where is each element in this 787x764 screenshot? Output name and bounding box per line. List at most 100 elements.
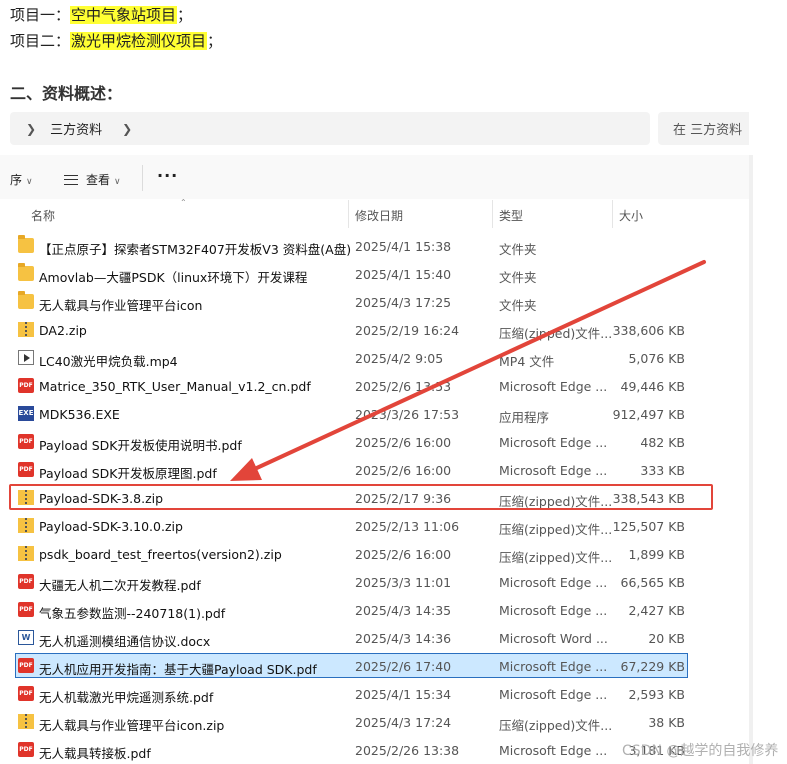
watermark-text: CSDN @越学的自我修养	[622, 743, 779, 759]
sort-button[interactable]: 序 ∨	[10, 171, 33, 188]
column-header-name[interactable]: 名称	[31, 207, 55, 224]
toolbar-divider	[142, 165, 143, 191]
file-date: 2025/4/3 17:25	[355, 295, 452, 310]
list-view-icon	[64, 175, 78, 185]
file-row[interactable]: PDF Payload SDK开发板使用说明书.pdf 2025/2/6 16:00…	[0, 428, 749, 456]
file-name: Payload-SDK-3.10.0.zip	[39, 519, 183, 534]
file-row[interactable]: PDF 大疆无人机二次开发教程.pdf 2025/3/3 11:01 Microsof…	[0, 568, 749, 596]
file-type: 压缩(zipped)文件...	[499, 718, 613, 733]
file-size: 66,565 KB	[620, 575, 685, 590]
more-options-button[interactable]: ···	[157, 166, 178, 185]
file-type: Microsoft Edge ...	[499, 435, 608, 450]
file-row[interactable]: EXE MDK536.EXE 2023/3/26 17:53 应用程序 912,497 …	[0, 400, 749, 428]
file-type: Microsoft Edge ...	[499, 687, 608, 702]
file-type: Microsoft Edge ...	[499, 659, 608, 674]
file-name: Matrice_350_RTK_User_Manual_v1.2_cn.pdf	[39, 379, 311, 394]
file-row[interactable]: Payload-SDK-3.10.0.zip 2025/2/13 11:06 压缩(…	[0, 512, 749, 540]
column-header-size[interactable]: 大小	[619, 207, 643, 224]
file-date: 2025/2/6 13:53	[355, 379, 452, 394]
chevron-down-icon: ∨	[114, 177, 121, 187]
section-title: 二、资料概述：	[10, 84, 123, 103]
project-prefix: 项目一：	[10, 6, 71, 24]
scrollbar[interactable]	[749, 155, 753, 764]
file-date: 2025/4/2 9:05	[355, 351, 444, 366]
file-row[interactable]: Amovlab—大疆PSDK（linux环境下）开发课程 2025/4/1 15:…	[0, 260, 749, 288]
view-button[interactable]: 查看 ∨	[64, 171, 121, 188]
file-date: 2025/2/6 16:00	[355, 435, 452, 450]
address-bar[interactable]: ❯ 三方资料 ❯	[10, 112, 650, 145]
file-type: Microsoft Edge ...	[499, 743, 608, 758]
file-row[interactable]: PDF Matrice_350_RTK_User_Manual_v1.2_cn.p…	[0, 372, 749, 400]
file-row[interactable]: PDF Payload SDK开发板原理图.pdf 2025/2/6 16:00 Mi…	[0, 456, 749, 484]
project-name-highlight: 激光甲烷检测仪项目	[70, 32, 208, 50]
chevron-right-icon[interactable]: ❯	[26, 122, 36, 136]
project-line-2: 项目二：激光甲烷检测仪项目；	[10, 30, 222, 51]
file-date: 2025/4/1 15:40	[355, 267, 452, 282]
column-divider[interactable]	[348, 200, 349, 228]
pdf-icon: PDF	[18, 658, 34, 673]
chevron-right-icon[interactable]: ❯	[122, 122, 132, 136]
file-date: 2025/4/3 14:35	[355, 603, 452, 618]
file-name: 无人机载激光甲烷遥测系统.pdf	[39, 690, 214, 705]
folder-icon	[18, 263, 34, 281]
file-row[interactable]: PDF 无人机载激光甲烷遥测系统.pdf 2025/4/1 15:34 Microso…	[0, 680, 749, 708]
file-row[interactable]: W 无人机遥测模组通信协议.docx 2025/4/3 14:36 Microsoft…	[0, 624, 749, 652]
file-name: MDK536.EXE	[39, 407, 120, 422]
file-date: 2025/4/3 17:24	[355, 715, 452, 730]
file-size: 1,899 KB	[628, 547, 685, 562]
file-name: LC40激光甲烷负载.mp4	[39, 354, 178, 369]
chevron-down-icon: ∨	[26, 177, 33, 187]
file-row[interactable]: 无人载具与作业管理平台icon 2025/4/3 17:25 文件夹	[0, 288, 749, 316]
file-name: 气象五参数监测--240718(1).pdf	[39, 606, 226, 621]
folder-icon	[18, 291, 34, 309]
project-name-highlight: 空中气象站项目	[70, 6, 178, 24]
column-divider[interactable]	[492, 200, 493, 228]
file-row[interactable]: 【正点原子】探索者STM32F407开发板V3 资料盘(A盘) 2025/4/1 …	[0, 232, 749, 260]
column-header-date[interactable]: 修改日期	[355, 207, 403, 224]
file-row[interactable]: PDF 气象五参数监测--240718(1).pdf 2025/4/3 14:35 M…	[0, 596, 749, 624]
file-size: 333 KB	[640, 463, 685, 478]
file-size: 125,507 KB	[612, 519, 685, 534]
file-type: 应用程序	[499, 410, 550, 425]
project-prefix: 项目二：	[10, 32, 71, 50]
file-size: 2,593 KB	[628, 687, 685, 702]
file-type: Microsoft Edge ...	[499, 463, 608, 478]
file-row[interactable]: LC40激光甲烷负载.mp4 2025/4/2 9:05 MP4 文件 5,076 K…	[0, 344, 749, 372]
file-size: 38 KB	[648, 715, 685, 730]
video-icon	[18, 350, 34, 365]
file-name: 无人机遥测模组通信协议.docx	[39, 634, 211, 649]
pdf-icon: PDF	[18, 462, 34, 477]
file-type: Microsoft Edge ...	[499, 603, 608, 618]
file-size: 912,497 KB	[612, 407, 685, 422]
file-type: 压缩(zipped)文件...	[499, 522, 613, 537]
file-size: 338,606 KB	[612, 323, 685, 338]
file-name: 无人载具转接板.pdf	[39, 746, 151, 761]
search-input[interactable]: 在 三方资料	[658, 112, 749, 145]
file-row[interactable]: DA2.zip 2025/2/19 16:24 压缩(zipped)文件... 338…	[0, 316, 749, 344]
column-divider[interactable]	[612, 200, 613, 228]
file-date: 2025/4/1 15:34	[355, 687, 452, 702]
file-date: 2023/3/26 17:53	[355, 407, 460, 422]
column-header-type[interactable]: 类型	[499, 207, 523, 224]
pdf-icon: PDF	[18, 574, 34, 589]
file-name: DA2.zip	[39, 323, 87, 338]
file-name: psdk_board_test_freertos(version2).zip	[39, 547, 282, 562]
file-size: 2,427 KB	[628, 603, 685, 618]
file-size: 67,229 KB	[620, 659, 685, 674]
file-row[interactable]: PDF 无人机应用开发指南：基于大疆Payload SDK.pdf 2025/2/6…	[0, 652, 749, 680]
file-name: Amovlab—大疆PSDK（linux环境下）开发课程	[39, 270, 308, 285]
breadcrumb-current-folder[interactable]: 三方资料	[50, 119, 102, 138]
sort-ascending-icon: ⌃	[180, 198, 187, 207]
file-type: 压缩(zipped)文件...	[499, 326, 613, 341]
zip-icon	[18, 546, 34, 561]
file-row[interactable]: psdk_board_test_freertos(version2).zip 20…	[0, 540, 749, 568]
file-date: 2025/2/6 16:00	[355, 463, 452, 478]
file-name: 无人机应用开发指南：基于大疆Payload SDK.pdf	[39, 662, 317, 677]
file-row[interactable]: 无人载具与作业管理平台icon.zip 2025/4/3 17:24 压缩(zipp…	[0, 708, 749, 736]
file-name: Payload SDK开发板使用说明书.pdf	[39, 438, 242, 453]
file-date: 2025/3/3 11:01	[355, 575, 452, 590]
file-date: 2025/4/3 14:36	[355, 631, 452, 646]
file-date: 2025/4/1 15:38	[355, 239, 452, 254]
file-type: Microsoft Edge ...	[499, 575, 608, 590]
zip-icon	[18, 714, 34, 729]
